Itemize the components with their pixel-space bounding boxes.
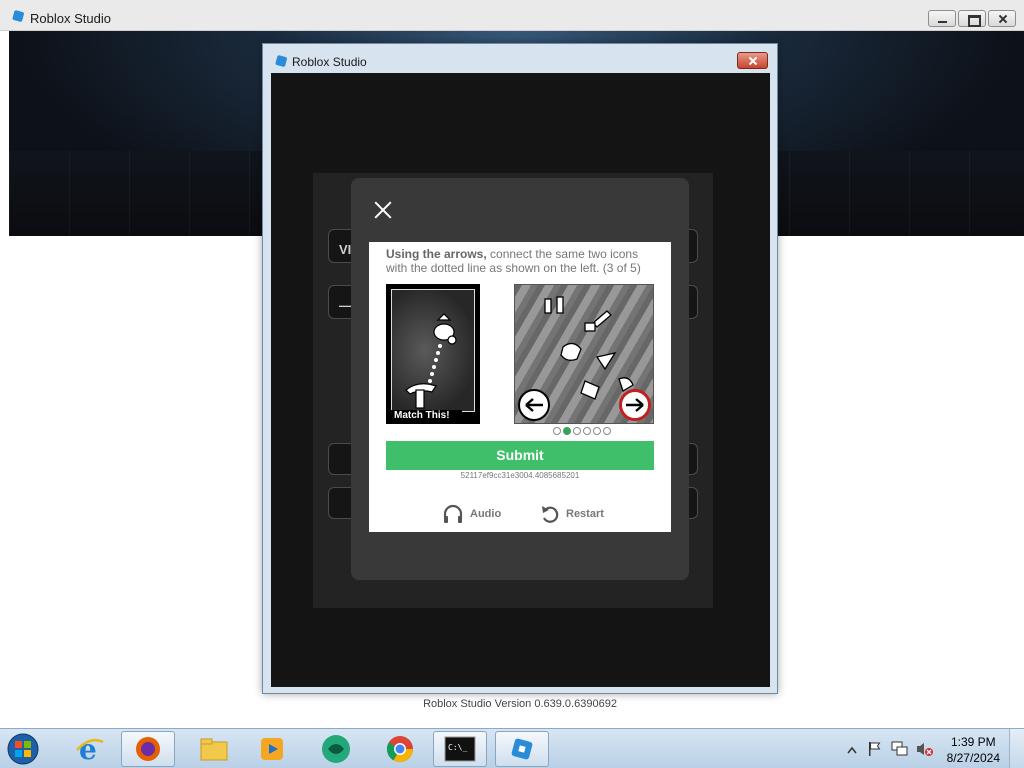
- match-example-image: Match This!: [386, 284, 480, 424]
- audio-button[interactable]: Audio: [442, 504, 501, 524]
- action-center-flag-icon[interactable]: [867, 741, 883, 757]
- page-indicator: [553, 427, 611, 435]
- captcha-instructions: Using the arrows, connect the same two i…: [386, 247, 641, 275]
- svg-text:C:\_: C:\_: [448, 743, 467, 752]
- windows-orb-icon: [7, 733, 39, 765]
- previous-arrow-button[interactable]: [518, 389, 550, 421]
- next-arrow-button[interactable]: [619, 389, 651, 421]
- system-tray: 1:39 PM 8/27/2024: [839, 729, 1024, 768]
- page-dot[interactable]: [563, 427, 571, 435]
- dialog-title: Roblox Studio: [292, 55, 367, 69]
- dialog-titlebar: Roblox Studio: [263, 44, 777, 73]
- firefox-icon[interactable]: [121, 731, 175, 767]
- start-button[interactable]: [4, 731, 46, 767]
- show-desktop-button[interactable]: [1009, 729, 1024, 768]
- restart-button[interactable]: Restart: [540, 504, 604, 524]
- command-prompt-icon[interactable]: C:\_: [433, 731, 487, 767]
- headphones-icon: [443, 504, 463, 523]
- mint-browser-icon[interactable]: [309, 731, 363, 767]
- session-id: 52117ef9cc31e3004.4085685201: [460, 471, 580, 480]
- svg-text:e: e: [79, 734, 97, 764]
- internet-explorer-icon[interactable]: e: [63, 731, 117, 767]
- page-dot[interactable]: [593, 427, 601, 435]
- roblox-studio-icon: [275, 55, 287, 67]
- page-dot[interactable]: [603, 427, 611, 435]
- roblox-studio-dialog: Roblox Studio VI — Using the arrows, con…: [262, 43, 778, 694]
- maximize-button[interactable]: [958, 10, 986, 27]
- outer-window-titlebar: Roblox Studio: [0, 0, 1024, 31]
- close-icon[interactable]: [371, 198, 395, 222]
- captcha-widget: Using the arrows, connect the same two i…: [369, 242, 671, 532]
- chrome-icon[interactable]: [373, 731, 427, 767]
- show-hidden-icons-icon[interactable]: [847, 746, 857, 754]
- window-controls: [928, 10, 1016, 27]
- file-explorer-icon[interactable]: [187, 731, 241, 767]
- network-icon[interactable]: [891, 741, 909, 757]
- captcha-modal: Using the arrows, connect the same two i…: [351, 178, 689, 580]
- close-button[interactable]: [988, 10, 1016, 27]
- roblox-studio-taskbar-icon[interactable]: [495, 731, 549, 767]
- volume-muted-icon[interactable]: [915, 741, 933, 757]
- version-label: Roblox Studio Version 0.639.0.6390692: [423, 698, 617, 710]
- restart-icon: [542, 506, 559, 523]
- page-dot[interactable]: [583, 427, 591, 435]
- taskbar: e C:\_ 1:39 PM 8/27/2024: [0, 728, 1024, 768]
- minimize-button[interactable]: [928, 10, 956, 27]
- roblox-studio-icon: [12, 10, 24, 22]
- dialog-close-button[interactable]: [737, 52, 768, 69]
- arrow-right-icon: [626, 398, 644, 412]
- page-dot[interactable]: [553, 427, 561, 435]
- taskbar-clock[interactable]: 1:39 PM 8/27/2024: [947, 734, 1000, 766]
- page-dot[interactable]: [573, 427, 581, 435]
- match-example-icons: [405, 313, 457, 409]
- match-label: Match This!: [390, 410, 462, 422]
- arrow-left-icon: [525, 398, 543, 412]
- submit-button[interactable]: Submit: [386, 441, 654, 470]
- media-player-icon[interactable]: [245, 731, 299, 767]
- dialog-content: VI — Using the arrows, connect the same …: [271, 73, 770, 687]
- puzzle-image[interactable]: [514, 284, 654, 424]
- outer-window-title: Roblox Studio: [30, 11, 111, 26]
